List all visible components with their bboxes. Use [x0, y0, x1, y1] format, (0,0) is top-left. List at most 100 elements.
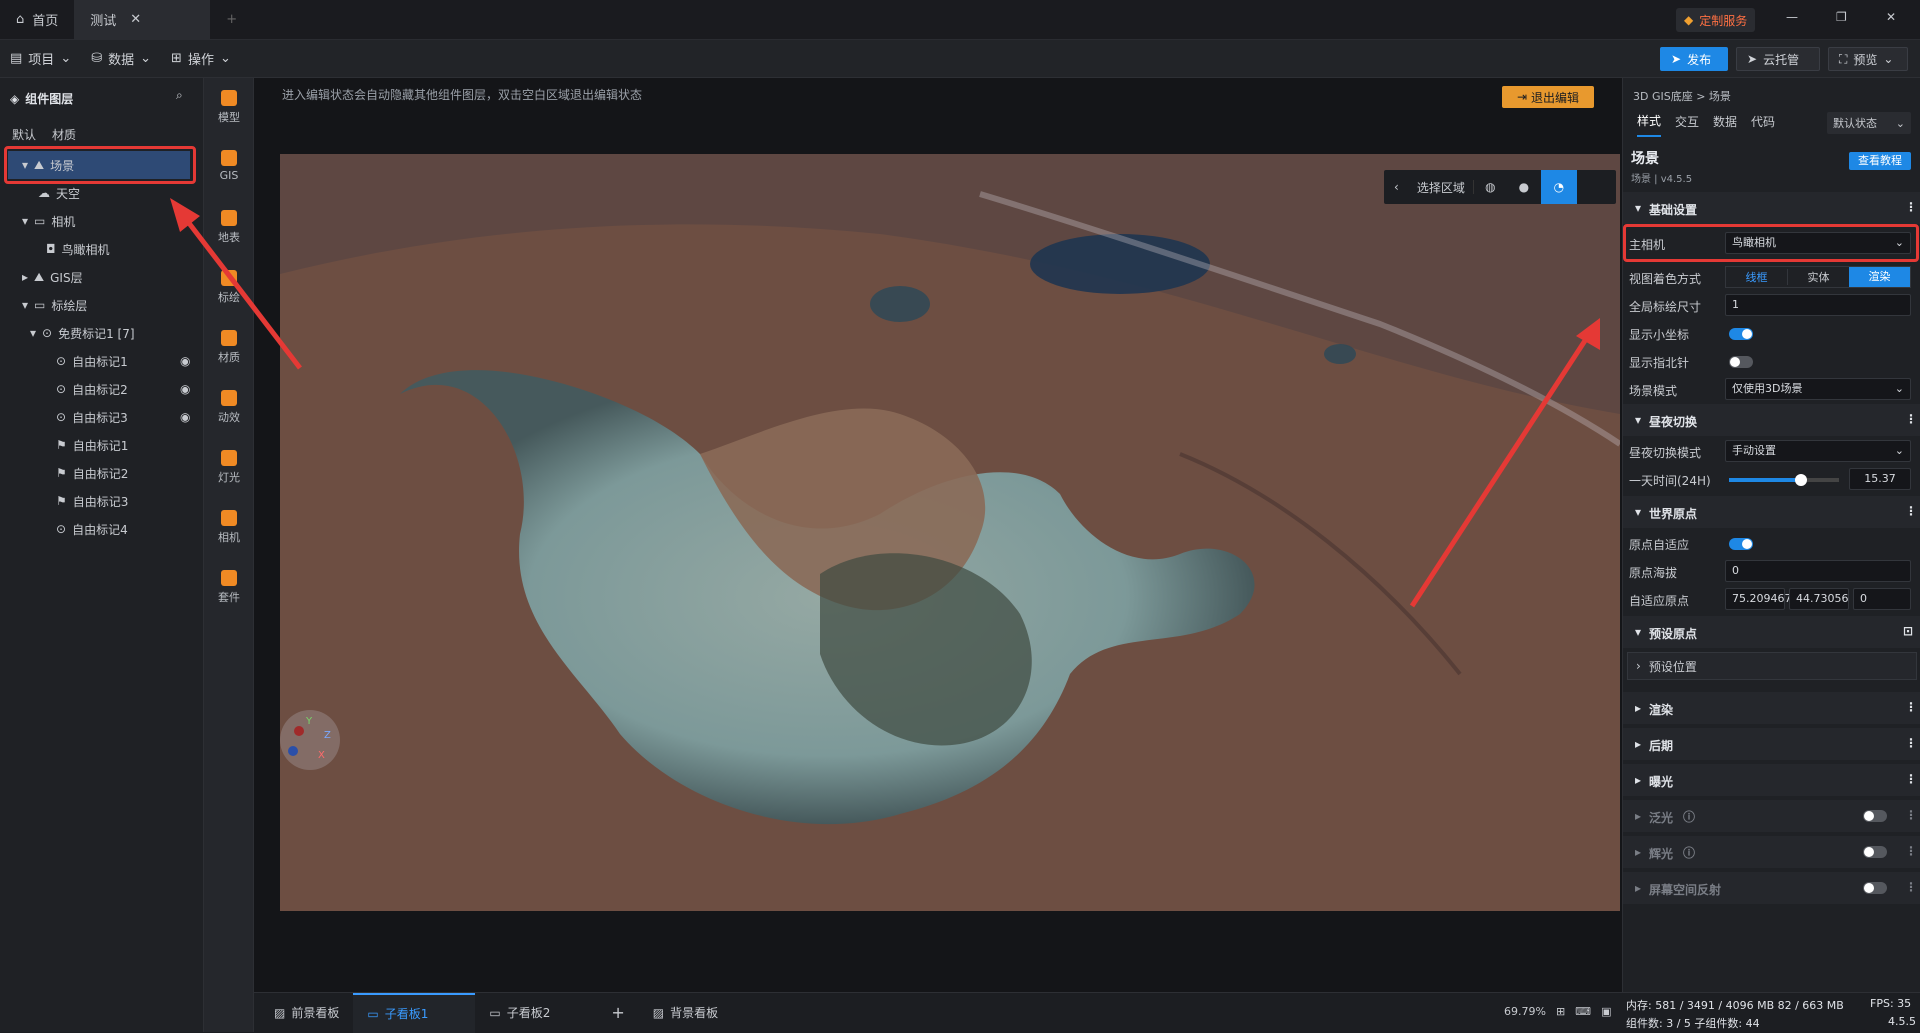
publish-button[interactable]: ➤ 发布: [1660, 47, 1728, 71]
more-icon[interactable]: ⋮: [1905, 772, 1917, 786]
gis-scene-viewport[interactable]: Y Z X: [280, 154, 1620, 911]
tab-sub-board-2[interactable]: ▭ 子看板2: [475, 993, 597, 1033]
preset-position-item[interactable]: › 预设位置: [1627, 652, 1917, 680]
section-post[interactable]: ▸ 后期 ⋮: [1623, 728, 1920, 760]
menu-project[interactable]: ▤ 项目 ⌄: [0, 49, 81, 68]
ssr-toggle[interactable]: [1863, 882, 1887, 894]
tab-style[interactable]: 样式: [1637, 112, 1662, 137]
restore-icon[interactable]: ❐: [1836, 10, 1847, 24]
tree-item-free-marker[interactable]: ⚑ 自由标记3: [0, 487, 204, 515]
tree-item-scene[interactable]: ▾ ⛰ 场景: [8, 151, 190, 179]
auto-origin-alt[interactable]: 0: [1853, 588, 1911, 610]
tree-item-plot-layer[interactable]: ▾ ▭ 标绘层: [0, 291, 204, 319]
day-time-slider[interactable]: [1729, 474, 1839, 486]
light-button[interactable]: 灯光: [204, 450, 254, 485]
tree-item-free-marker[interactable]: ⊙ 自由标记2 ◉: [0, 375, 204, 403]
tree-item-birdseye-camera[interactable]: ◘ 鸟瞰相机: [0, 235, 204, 263]
material-button[interactable]: 材质: [204, 330, 254, 365]
auto-origin-lon[interactable]: 75.209467: [1725, 588, 1792, 610]
section-glow[interactable]: ▸ 辉光 ⓘ ⋮: [1623, 836, 1920, 868]
tab-interaction[interactable]: 交互: [1675, 113, 1699, 136]
more-icon[interactable]: ⋮: [1905, 808, 1917, 822]
solid-icon[interactable]: ●: [1507, 180, 1541, 194]
shading-render[interactable]: 渲染: [1849, 267, 1910, 287]
tree-item-free-marker-group[interactable]: ▾ ⊙ 免费标记1 [7]: [0, 319, 204, 347]
help-icon[interactable]: ⓘ: [1683, 808, 1695, 825]
effect-button[interactable]: 动效: [204, 390, 254, 425]
tree-item-free-marker[interactable]: ⚑ 自由标记2: [0, 459, 204, 487]
eye-hidden-icon[interactable]: ◉: [180, 410, 190, 424]
main-camera-select[interactable]: 鸟瞰相机 ⌄: [1725, 232, 1911, 254]
menu-data[interactable]: ⛁ 数据 ⌄: [81, 49, 161, 68]
daynight-mode-select[interactable]: 手动设置 ⌄: [1725, 440, 1911, 462]
chevron-left-icon[interactable]: ‹: [1384, 180, 1409, 194]
tree-item-free-marker[interactable]: ⊙ 自由标记3 ◉: [0, 403, 204, 431]
bloom-toggle[interactable]: [1863, 810, 1887, 822]
add-board-button[interactable]: +: [597, 993, 638, 1033]
section-daynight[interactable]: ▾ 昼夜切换 ⋮: [1623, 404, 1920, 436]
more-icon[interactable]: ⋮: [1905, 504, 1917, 518]
model-button[interactable]: 模型: [204, 90, 254, 125]
close-window-icon[interactable]: ✕: [1886, 10, 1896, 24]
section-exposure[interactable]: ▸ 曝光 ⋮: [1623, 764, 1920, 796]
fit-icon[interactable]: ⊞: [1556, 1005, 1565, 1018]
eye-hidden-icon[interactable]: ◉: [180, 382, 190, 396]
help-icon[interactable]: ⓘ: [1683, 844, 1695, 861]
wireframe-icon[interactable]: ◍: [1472, 180, 1507, 194]
section-ssr[interactable]: ▸ 屏幕空间反射 ⋮: [1623, 872, 1920, 904]
tree-item-free-marker[interactable]: ⚑ 自由标记1: [0, 431, 204, 459]
origin-auto-toggle[interactable]: [1729, 538, 1753, 550]
minimize-icon[interactable]: —: [1786, 10, 1798, 24]
custom-service-button[interactable]: ◆ 定制服务: [1676, 8, 1756, 32]
camera-button[interactable]: 相机: [204, 510, 254, 545]
tab-data[interactable]: 数据: [1713, 113, 1737, 136]
new-tab-button[interactable]: +: [210, 0, 253, 40]
origin-alt-input[interactable]: 0: [1725, 560, 1911, 582]
render-icon[interactable]: ◔: [1540, 170, 1577, 204]
scene-mode-select[interactable]: 仅使用3D场景 ⌄: [1725, 378, 1911, 400]
eye-hidden-icon[interactable]: ◉: [180, 354, 190, 368]
tab-test[interactable]: 测试 ✕: [74, 0, 211, 40]
glow-toggle[interactable]: [1863, 846, 1887, 858]
auto-origin-lat[interactable]: 44.730563: [1789, 588, 1849, 610]
day-time-input[interactable]: 15.37: [1849, 468, 1911, 490]
more-icon[interactable]: ⋮: [1905, 736, 1917, 750]
select-region-button[interactable]: 选择区域: [1409, 179, 1473, 196]
tab-material[interactable]: 材质: [52, 126, 76, 143]
close-icon[interactable]: ✕: [130, 12, 141, 27]
state-select[interactable]: 默认状态 ⌄: [1827, 112, 1911, 134]
more-icon[interactable]: ⋮: [1905, 700, 1917, 714]
preview-button[interactable]: ⛶ 预览 ⌄: [1828, 47, 1908, 71]
tab-code[interactable]: 代码: [1751, 113, 1775, 136]
more-icon[interactable]: ⋮: [1905, 412, 1917, 426]
keyboard-icon[interactable]: ⌨: [1575, 1005, 1591, 1018]
tree-item-free-marker[interactable]: ⊙ 自由标记4: [0, 515, 204, 543]
section-render[interactable]: ▸ 渲染 ⋮: [1623, 692, 1920, 724]
show-compass-toggle[interactable]: [1729, 356, 1753, 368]
tab-home[interactable]: ⌂ 首页: [0, 0, 74, 40]
tab-background-board[interactable]: ▨ 背景看板: [639, 993, 732, 1033]
more-icon[interactable]: ⋮: [1905, 200, 1917, 214]
search-icon[interactable]: ⌕: [176, 88, 183, 103]
tree-item-gis-layer[interactable]: ▸ ⛰ GIS层: [0, 263, 204, 291]
terrain-button[interactable]: 地表: [204, 210, 254, 245]
section-origin[interactable]: ▾ 世界原点 ⋮: [1623, 496, 1920, 528]
more-icon[interactable]: ⋮: [1905, 844, 1917, 858]
plot-button[interactable]: 标绘: [204, 270, 254, 305]
tree-item-camera-folder[interactable]: ▾ ▭ 相机: [0, 207, 204, 235]
tutorial-button[interactable]: 查看教程: [1849, 152, 1911, 170]
marker-size-input[interactable]: 1: [1725, 294, 1911, 316]
shading-wireframe[interactable]: 线框: [1726, 269, 1787, 285]
section-basic[interactable]: ▾ 基础设置 ⋮: [1623, 192, 1920, 224]
tree-item-sky[interactable]: ☁ 天空: [0, 179, 204, 207]
more-icon[interactable]: ⋮: [1905, 880, 1917, 894]
exit-edit-button[interactable]: ⇥ 退出编辑: [1502, 86, 1594, 108]
shading-solid[interactable]: 实体: [1787, 269, 1849, 285]
lock-icon[interactable]: ⊡: [1903, 624, 1913, 638]
tab-sub-board-1[interactable]: ▭ 子看板1: [353, 992, 476, 1033]
section-preset-origin[interactable]: ▾ 预设原点 ⊡: [1623, 616, 1920, 648]
show-axes-toggle[interactable]: [1729, 328, 1753, 340]
section-bloom[interactable]: ▸ 泛光 ⓘ ⋮: [1623, 800, 1920, 832]
kit-button[interactable]: 套件: [204, 570, 254, 605]
menu-operate[interactable]: ⊞ 操作 ⌄: [161, 49, 241, 68]
